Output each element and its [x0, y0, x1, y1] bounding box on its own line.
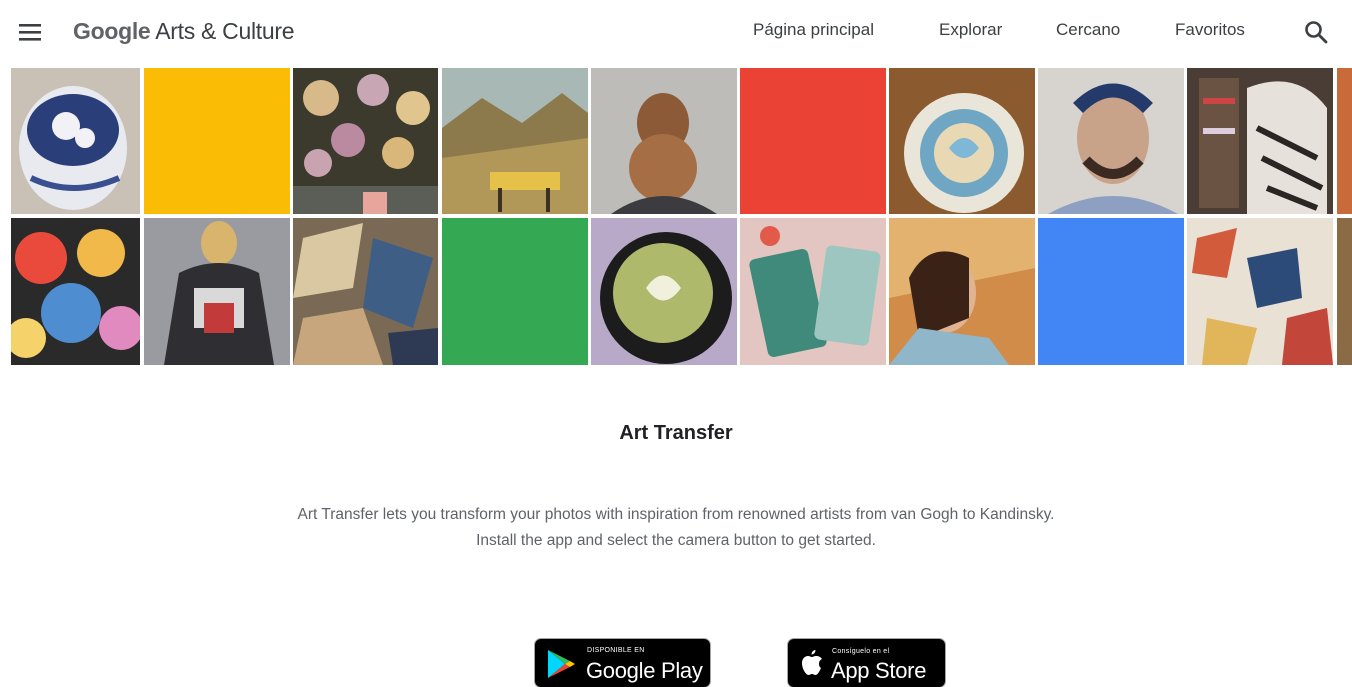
gallery-tile-yellow [144, 68, 290, 214]
google-play-badge[interactable]: DISPONIBLE EN Google Play [534, 638, 711, 687]
nav-pagina-principal[interactable]: Página principal [753, 20, 874, 40]
gallery-tile-collage[interactable] [1187, 218, 1333, 365]
top-app-bar: Google Arts & Culture Página principal E… [0, 0, 1352, 64]
gallery-tile-cubist[interactable] [293, 218, 438, 365]
nav-favoritos[interactable]: Favoritos [1175, 20, 1245, 40]
page: Google Arts & Culture Página principal E… [0, 0, 1352, 687]
google-play-big-text: Google Play [586, 658, 703, 683]
gallery-tile-floral[interactable] [293, 68, 438, 214]
gallery-tile-phone-cards[interactable] [740, 218, 886, 365]
description: Art Transfer lets you transform your pho… [176, 502, 1176, 554]
gallery-tile-latte-art[interactable] [889, 68, 1035, 214]
gallery-tile-red [740, 68, 886, 214]
gallery-tile-hair-bun[interactable] [591, 68, 737, 214]
gallery-tile-selfie[interactable] [889, 218, 1035, 365]
gallery-tile-green [442, 218, 588, 365]
gallery-tile-matcha[interactable] [591, 218, 737, 365]
description-line-2: Install the app and select the camera bu… [476, 532, 876, 549]
app-store-big-text: App Store [831, 658, 927, 683]
search-icon[interactable] [1302, 18, 1330, 46]
app-store-badge[interactable]: Consíguelo en el App Store [787, 638, 946, 687]
gallery-tile-abstract[interactable] [11, 218, 140, 365]
gallery-tile-partial-2 [1337, 218, 1352, 365]
nav-cercano[interactable]: Cercano [1056, 20, 1120, 40]
gallery-tile-landscape[interactable] [442, 68, 588, 214]
page-title: Art Transfer [619, 422, 733, 444]
nav-explorar[interactable]: Explorar [939, 20, 1002, 40]
apple-icon [802, 650, 822, 675]
google-play-icon [548, 650, 575, 678]
description-line-1: Art Transfer lets you transform your pho… [297, 506, 1055, 523]
gallery-tile-blue [1038, 218, 1184, 365]
gallery-tile-porcelain[interactable] [11, 68, 140, 214]
gallery-tile-scarf[interactable] [1187, 68, 1333, 214]
google-play-small-text: DISPONIBLE EN [587, 647, 645, 654]
art-transfer-gallery [0, 68, 1352, 365]
gallery-tile-mosaic-portrait[interactable] [1038, 68, 1184, 214]
gallery-tile-partial [1337, 68, 1352, 214]
main-nav: Página principal Explorar Cercano Favori… [0, 20, 1352, 44]
app-store-small-text: Consíguelo en el [832, 648, 890, 655]
gallery-tile-denim-jacket[interactable] [144, 218, 290, 365]
